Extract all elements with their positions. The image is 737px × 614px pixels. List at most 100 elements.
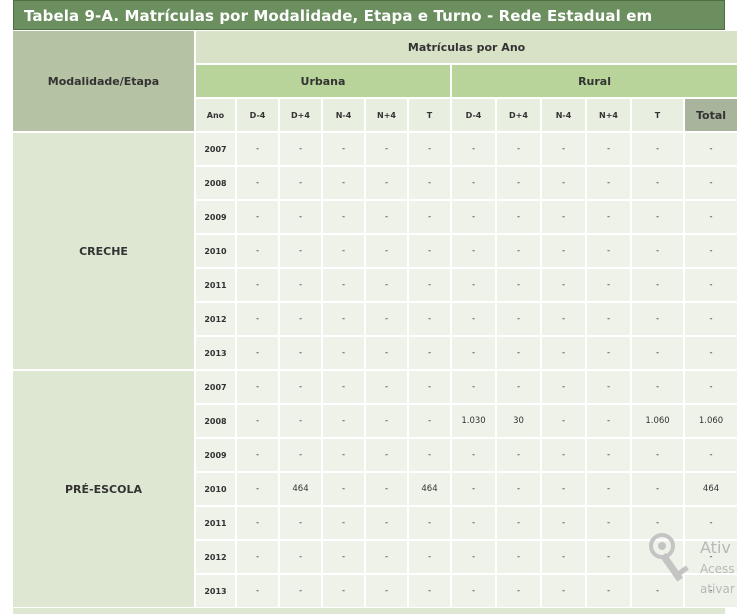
value-cell: - <box>632 269 683 301</box>
value-cell: - <box>237 167 278 199</box>
value-cell: - <box>497 507 540 539</box>
value-cell: - <box>542 235 585 267</box>
value-cell: - <box>452 575 495 607</box>
value-cell: - <box>366 167 407 199</box>
value-cell: - <box>632 473 683 505</box>
value-cell: - <box>237 371 278 403</box>
total-cell: - <box>685 507 737 539</box>
column-header-urbana-Dminus4: D-4 <box>237 99 278 131</box>
total-cell: - <box>685 575 737 607</box>
year-cell: 2010 <box>196 235 235 267</box>
value-cell: - <box>632 371 683 403</box>
value-cell: - <box>237 303 278 335</box>
table-bottom-strip <box>13 608 725 614</box>
value-cell: - <box>409 235 450 267</box>
value-cell: - <box>452 473 495 505</box>
value-cell: - <box>632 575 683 607</box>
value-cell: - <box>587 235 630 267</box>
value-cell: - <box>366 371 407 403</box>
value-cell: - <box>280 337 321 369</box>
value-cell: - <box>452 133 495 165</box>
value-cell: - <box>587 507 630 539</box>
value-cell: - <box>409 167 450 199</box>
value-cell: - <box>587 575 630 607</box>
value-cell: - <box>409 269 450 301</box>
value-cell: - <box>587 371 630 403</box>
total-cell: - <box>685 133 737 165</box>
value-cell: - <box>366 235 407 267</box>
value-cell: - <box>497 371 540 403</box>
year-cell: 2013 <box>196 337 235 369</box>
value-cell: - <box>587 201 630 233</box>
value-cell: - <box>237 405 278 437</box>
value-cell: - <box>497 473 540 505</box>
value-cell: - <box>452 439 495 471</box>
category-cell: CRECHE <box>13 133 194 369</box>
value-cell: - <box>587 133 630 165</box>
value-cell: - <box>587 303 630 335</box>
value-cell: - <box>497 337 540 369</box>
value-cell: - <box>280 439 321 471</box>
value-cell: - <box>323 235 364 267</box>
value-cell: - <box>632 235 683 267</box>
total-cell: - <box>685 303 737 335</box>
value-cell: - <box>323 473 364 505</box>
year-cell: 2007 <box>196 371 235 403</box>
header-modalidade-etapa: Modalidade/Etapa <box>13 31 194 131</box>
value-cell: - <box>587 269 630 301</box>
year-cell: 2008 <box>196 405 235 437</box>
value-cell: 30 <box>497 405 540 437</box>
value-cell: - <box>280 541 321 573</box>
value-cell: - <box>452 269 495 301</box>
value-cell: - <box>237 235 278 267</box>
year-cell: 2012 <box>196 303 235 335</box>
value-cell: - <box>280 303 321 335</box>
value-cell: - <box>632 507 683 539</box>
total-cell: - <box>685 371 737 403</box>
value-cell: - <box>452 337 495 369</box>
value-cell: - <box>409 303 450 335</box>
total-cell: 1.060 <box>685 405 737 437</box>
value-cell: - <box>366 575 407 607</box>
enrollment-table: Modalidade/Etapa Matrículas por Ano Urba… <box>11 29 737 609</box>
value-cell: - <box>632 167 683 199</box>
year-cell: 2009 <box>196 439 235 471</box>
column-header-urbana-Nplus4: N+4 <box>366 99 407 131</box>
value-cell: - <box>280 133 321 165</box>
value-cell: - <box>323 201 364 233</box>
value-cell: - <box>497 269 540 301</box>
value-cell: - <box>542 473 585 505</box>
value-cell: - <box>452 201 495 233</box>
value-cell: - <box>409 541 450 573</box>
total-cell: 464 <box>685 473 737 505</box>
value-cell: - <box>323 303 364 335</box>
value-cell: - <box>542 303 585 335</box>
value-cell: - <box>409 337 450 369</box>
value-cell: - <box>280 269 321 301</box>
value-cell: 1.030 <box>452 405 495 437</box>
value-cell: - <box>323 541 364 573</box>
value-cell: - <box>542 439 585 471</box>
value-cell: - <box>366 439 407 471</box>
value-cell: - <box>452 167 495 199</box>
year-cell: 2012 <box>196 541 235 573</box>
value-cell: - <box>323 439 364 471</box>
header-urbana: Urbana <box>196 65 450 97</box>
year-cell: 2011 <box>196 507 235 539</box>
value-cell: - <box>587 337 630 369</box>
value-cell: - <box>237 439 278 471</box>
value-cell: - <box>542 167 585 199</box>
value-cell: - <box>237 269 278 301</box>
value-cell: - <box>237 201 278 233</box>
value-cell: - <box>542 371 585 403</box>
value-cell: - <box>323 575 364 607</box>
value-cell: - <box>409 575 450 607</box>
value-cell: - <box>280 575 321 607</box>
table-title: Tabela 9-A. Matrículas por Modalidade, E… <box>13 0 725 55</box>
value-cell: - <box>366 405 407 437</box>
value-cell: - <box>366 133 407 165</box>
value-cell: - <box>587 167 630 199</box>
total-cell: - <box>685 167 737 199</box>
value-cell: - <box>237 575 278 607</box>
column-header-total: Total <box>685 99 737 131</box>
